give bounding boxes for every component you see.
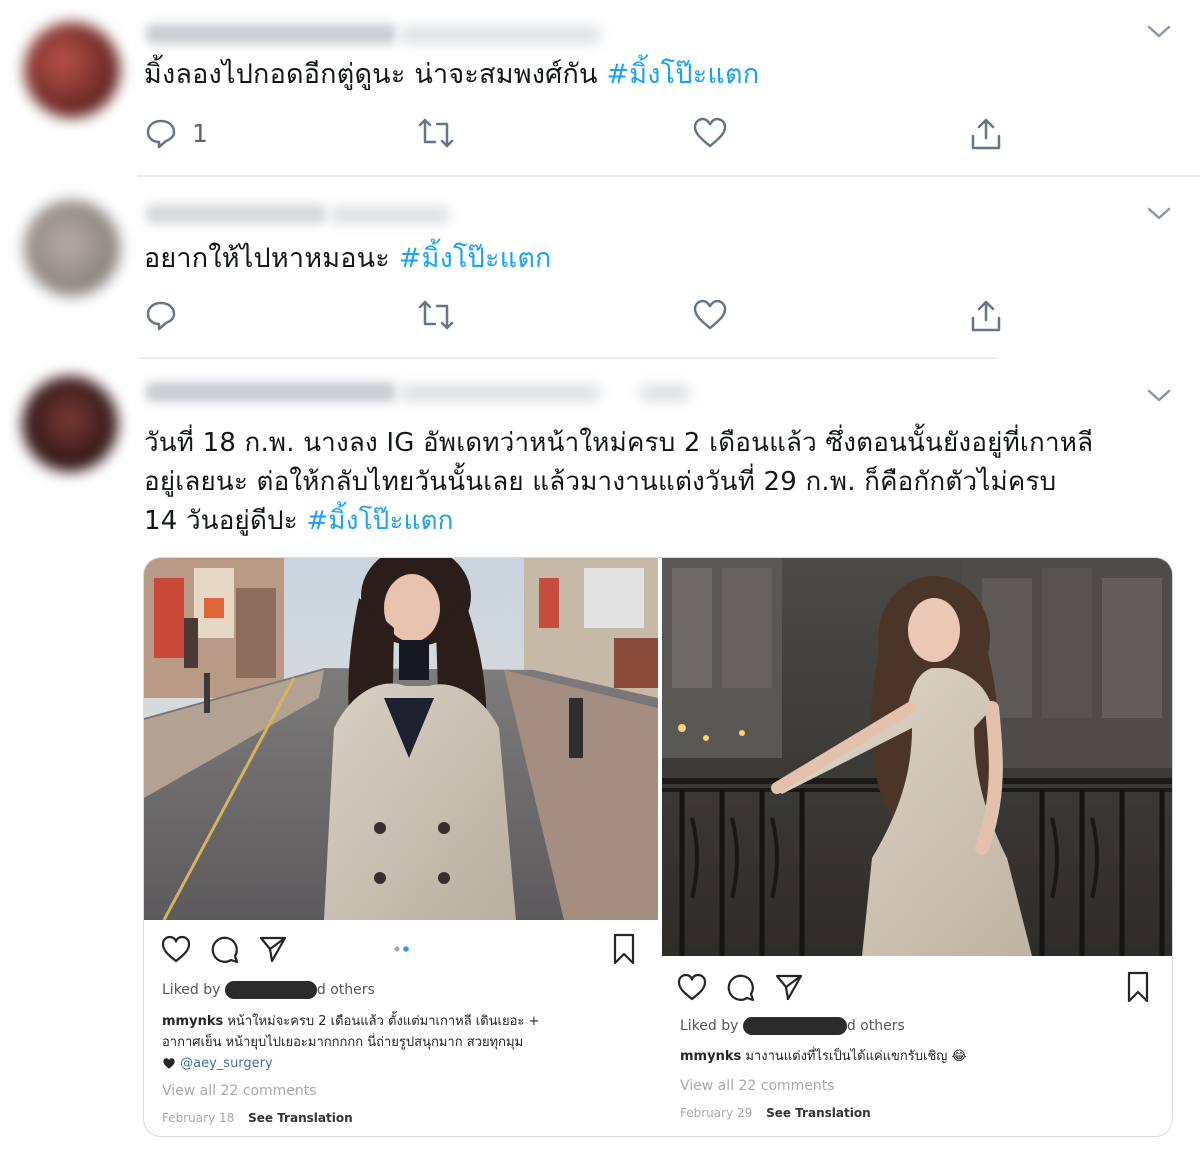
liked-by-suffix: d others (316, 982, 375, 998)
tweet-media-card[interactable]: Liked by d others mmynks หน้าใหม่จะครบ 2… (143, 557, 1173, 1137)
view-comments-link[interactable]: View all 22 comments (680, 1076, 835, 1096)
see-translation-link[interactable]: See Translation (248, 1111, 353, 1125)
like-icon (693, 117, 727, 148)
tweet-divider (138, 357, 998, 359)
tweet-body-line-3: 14 วันอยู่ดีปะ #มิ้งโป๊ะแตก (144, 502, 1093, 541)
share-icon (971, 118, 1001, 150)
event-photo[interactable] (662, 558, 1173, 956)
redacted-username (224, 981, 317, 999)
tweet-text: มิ้งลองไปกอดอีกตู่ดูนะ น่าจะสมพงศ์กัน #ม… (144, 56, 759, 94)
timestamp-blurred (640, 384, 690, 402)
tweet-divider (138, 175, 1200, 177)
see-translation-link[interactable]: See Translation (766, 1106, 871, 1120)
author-handle-blurred (400, 26, 600, 44)
heart-icon[interactable] (160, 934, 192, 964)
tweet-2[interactable]: อยากให้ไปหาหมอนะ #มิ้งโป๊ะแตก (0, 180, 1200, 360)
reply-icon (146, 301, 176, 331)
carousel-dots (394, 946, 409, 952)
caption-text-1: หน้าใหม่จะครบ 2 เดือนแล้ว ตั้งแต่มาเกาหล… (227, 1014, 540, 1029)
bookmark-icon[interactable] (1124, 970, 1152, 1004)
caption-line-1: mmynks หน้าใหม่จะครบ 2 เดือนแล้ว ตั้งแต่… (162, 1011, 539, 1032)
like-button[interactable] (692, 298, 728, 332)
author-handle-blurred (400, 384, 600, 402)
share-button[interactable] (968, 298, 1004, 334)
post-date: February 29 (680, 1106, 753, 1120)
chevron-down-icon[interactable] (1144, 20, 1174, 42)
liked-by-prefix: Liked by (162, 982, 221, 998)
avatar[interactable] (24, 22, 120, 118)
liked-by: Liked by d others (162, 980, 375, 1000)
hashtag-link[interactable]: #มิ้งโป๊ะแตก (606, 59, 759, 90)
tweet-text: วันที่ 18 ก.พ. นางลง IG อัพเดทว่าหน้าใหม… (144, 424, 1093, 541)
liked-by-prefix: Liked by (680, 1018, 739, 1034)
retweet-icon (418, 118, 454, 148)
tweet-text: อยากให้ไปหาหมอนะ #มิ้งโป๊ะแตก (144, 240, 552, 278)
heart-icon[interactable] (676, 972, 708, 1002)
tweet-actions: 1 (144, 116, 1044, 156)
tweet-1[interactable]: มิ้งลองไปกอดอีกตู่ดูนะ น่าจะสมพงศ์กัน #ม… (0, 0, 1200, 178)
author-name-blurred[interactable] (146, 204, 326, 224)
bookmark-icon[interactable] (610, 932, 638, 966)
reply-icon (146, 119, 176, 149)
ig-username[interactable]: mmynks (162, 1014, 223, 1029)
tweet-body: มิ้งลองไปกอดอีกตู่ดูนะ น่าจะสมพงศ์กัน (144, 59, 607, 90)
post-date: February 18 (162, 1111, 235, 1125)
caption: mmynks มางานแต่งที่ไรเป็นได้แค่แขกรับเชิ… (680, 1046, 967, 1067)
author-name-blurred[interactable] (146, 382, 396, 402)
tweet-body: อยากให้ไปหาหมอนะ (144, 243, 399, 274)
send-icon[interactable] (258, 934, 288, 964)
like-icon (693, 299, 727, 330)
like-button[interactable] (692, 116, 728, 150)
chevron-down-icon[interactable] (1144, 384, 1174, 406)
reply-count: 1 (192, 118, 208, 148)
share-button[interactable] (968, 116, 1004, 152)
tweet-body-line-1: วันที่ 18 ก.พ. นางลง IG อัพเดทว่าหน้าใหม… (144, 428, 1094, 458)
share-icon (971, 300, 1001, 332)
mention-link[interactable]: @aey_surgery (180, 1056, 273, 1071)
comment-icon[interactable] (726, 972, 756, 1002)
author-handle-blurred (330, 206, 450, 224)
heart-black-icon (163, 1058, 175, 1069)
hashtag-link[interactable]: #มิ้งโป๊ะแตก (399, 243, 552, 274)
ig-username[interactable]: mmynks (680, 1049, 741, 1064)
tweet-body-line-3-text: 14 วันอยู่ดีปะ (144, 506, 307, 536)
caption-text-1: มางานแต่งที่ไรเป็นได้แค่แขกรับเชิญ 😂 (745, 1049, 967, 1064)
retweet-button[interactable] (416, 116, 456, 150)
chevron-down-icon[interactable] (1144, 202, 1174, 224)
avatar[interactable] (24, 200, 120, 296)
reply-button[interactable] (144, 298, 192, 332)
instagram-post-2[interactable]: Liked by d others mmynks มางานแต่งที่ไรเ… (662, 558, 1173, 1136)
author-name-blurred[interactable] (146, 24, 396, 44)
tweet-actions (144, 298, 1044, 338)
caption-line-2: อากาศเย็น หน้ายุบไปเยอะมากกกกก นี่ถ่ายรู… (162, 1035, 524, 1050)
post-date-row: February 29 See Translation (680, 1103, 871, 1123)
comment-icon[interactable] (210, 934, 240, 964)
avatar[interactable] (22, 376, 118, 472)
street-photo[interactable] (144, 558, 658, 920)
tweet-body-line-2: อยู่เลยนะ ต่อให้กลับไทยวันนั้นเลย แล้วมา… (144, 467, 1057, 497)
retweet-button[interactable] (416, 298, 456, 332)
send-icon[interactable] (774, 972, 804, 1002)
caption-line-3: @aey_surgery (162, 1053, 539, 1074)
hashtag-link[interactable]: #มิ้งโป๊ะแตก (306, 506, 453, 536)
instagram-actions (144, 928, 658, 972)
instagram-post-1[interactable]: Liked by d others mmynks หน้าใหม่จะครบ 2… (144, 558, 658, 1136)
caption: mmynks หน้าใหม่จะครบ 2 เดือนแล้ว ตั้งแต่… (162, 1011, 539, 1074)
liked-by: Liked by d others (680, 1016, 905, 1036)
instagram-actions (662, 964, 1172, 1008)
liked-by-suffix: d others (846, 1018, 905, 1034)
view-comments-link[interactable]: View all 22 comments (162, 1081, 317, 1101)
reply-button[interactable]: 1 (144, 116, 208, 150)
post-date-row: February 18 See Translation (162, 1108, 353, 1128)
redacted-username (742, 1017, 847, 1035)
retweet-icon (418, 300, 454, 330)
